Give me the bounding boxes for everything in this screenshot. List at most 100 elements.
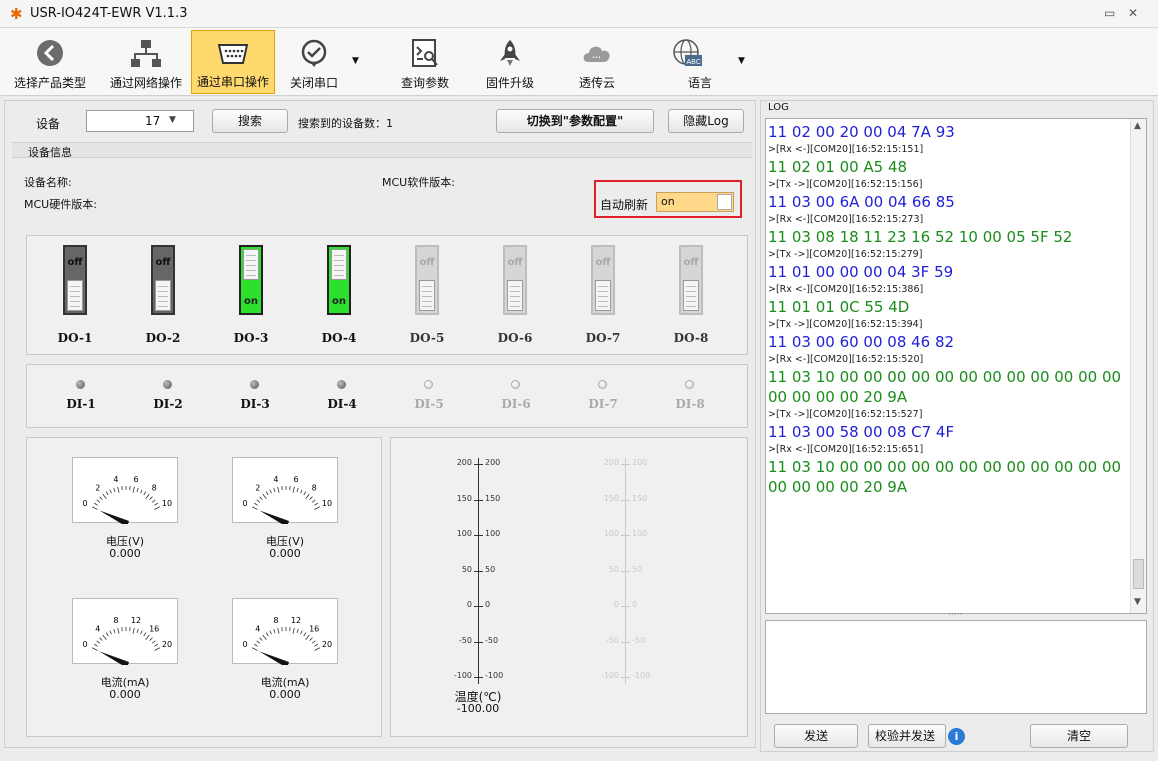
toolbar-label: 关闭串口 <box>290 76 339 90</box>
transparent-cloud-button[interactable]: ••• 透传云 <box>562 30 632 94</box>
lever-grip-line <box>158 291 168 292</box>
gauge-tick <box>132 627 135 634</box>
log-output[interactable]: 11 02 00 20 00 04 7A 93 >[Rx <-][COM20][1… <box>765 118 1147 614</box>
gauge-tick <box>109 630 112 635</box>
gauge-tick <box>99 496 103 500</box>
close-serial-button[interactable]: ▼ 关闭串口 <box>280 30 364 94</box>
title-bar: ✱ USR-IO424T-EWR V1.1.3 ▭ ✕ <box>0 0 1158 28</box>
log-meta-line: >[Rx <-][COM20][16:52:15:651] <box>768 444 924 455</box>
digital-input-panel <box>26 364 748 428</box>
mcu-hardware-version-label: MCU硬件版本: <box>24 198 97 211</box>
close-icon[interactable]: ✕ <box>1128 6 1138 20</box>
gauge-tick <box>300 630 303 635</box>
log-meta-line: >[Tx ->][COM20][16:52:15:156] <box>768 179 923 190</box>
minimize-icon[interactable]: ▭ <box>1104 6 1115 20</box>
gauge-tick <box>251 647 258 651</box>
gauge-tick-label: 0 <box>242 499 247 508</box>
switch-lever <box>67 280 83 311</box>
output-switch[interactable]: off <box>63 245 87 315</box>
input-label: DI-6 <box>501 397 531 411</box>
gauge-needle <box>99 651 129 668</box>
lever-grip-line <box>70 301 80 302</box>
log-hex-line: 11 03 00 58 00 08 C7 4F <box>768 423 955 441</box>
hide-log-button[interactable]: 隐藏Log <box>668 109 744 133</box>
gauge-tick <box>292 627 295 634</box>
gauge-tick <box>300 489 303 494</box>
switch-lever <box>595 280 611 311</box>
gauge-tick <box>254 502 258 506</box>
switch-config-button[interactable]: 切换到"参数配置" <box>496 109 654 133</box>
svg-text:ABC: ABC <box>687 59 701 66</box>
gauge-tick <box>154 506 161 510</box>
device-select[interactable]: 17 ▼ <box>86 110 194 132</box>
send-input[interactable] <box>765 620 1147 714</box>
app-logo-icon: ✱ <box>10 5 23 23</box>
checksum-send-button[interactable]: 校验并发送 <box>868 724 946 748</box>
network-operation-button[interactable]: 通过网络操作 <box>104 30 188 94</box>
gauge-value: 0.000 <box>109 688 141 701</box>
chevron-down-icon[interactable]: ▼ <box>738 56 745 66</box>
gauge-tick-label: 20 <box>322 640 332 649</box>
device-info-header: 设备信息 <box>12 142 752 159</box>
output-switch[interactable]: off <box>151 245 175 315</box>
thermometer-tick-label: 100 <box>632 529 648 538</box>
auto-refresh-toggle[interactable]: on <box>656 192 734 212</box>
lever-grip-line <box>246 255 256 256</box>
search-button[interactable]: 搜索 <box>212 109 288 133</box>
output-label: DO-5 <box>409 331 445 345</box>
scroll-down-icon[interactable]: ▼ <box>1134 597 1141 607</box>
gauge-tick <box>262 634 267 640</box>
output-switch[interactable]: on <box>327 245 351 315</box>
thermometer-tick-label: 0 <box>485 600 491 609</box>
gauge-tick <box>113 487 116 492</box>
thermometer-tick-label: 50 <box>485 564 496 574</box>
log-meta-line: >[Rx <-][COM20][16:52:15:273] <box>768 214 924 225</box>
log-scrollbar[interactable]: ▲ ▼ <box>1130 119 1146 613</box>
select-product-button[interactable]: 选择产品类型 <box>2 30 98 94</box>
language-button[interactable]: ABC ▼ 语言 <box>650 30 750 94</box>
auto-refresh-value: on <box>661 195 675 208</box>
query-params-button[interactable]: 查询参数 <box>390 30 460 94</box>
thermometer-tick <box>621 677 630 678</box>
lever-grip-line <box>422 296 432 297</box>
gauge-tick <box>314 647 321 651</box>
splitter-grip[interactable]: ····· <box>948 610 962 620</box>
lever-grip-line <box>510 291 520 292</box>
gauge-tick <box>305 634 310 640</box>
log-title: LOG <box>768 102 789 113</box>
gauge-tick <box>269 630 272 635</box>
thermometer-tick <box>474 641 483 643</box>
thermometer-tick-label: -50 <box>605 635 619 645</box>
gauge-tick <box>309 637 313 641</box>
window-title: USR-IO424T-EWR V1.1.3 <box>30 6 188 21</box>
gauge-tick <box>109 489 112 494</box>
scroll-up-icon[interactable]: ▲ <box>1134 121 1141 131</box>
gauge-tick <box>251 506 258 510</box>
gauge-tick <box>102 493 107 499</box>
firmware-upgrade-button[interactable]: 固件升级 <box>475 30 545 94</box>
clear-button[interactable]: 清空 <box>1030 724 1128 748</box>
log-meta-line: >[Tx ->][COM20][16:52:15:279] <box>768 249 923 260</box>
send-button[interactable]: 发送 <box>774 724 858 748</box>
gauge-tick <box>143 491 147 496</box>
log-hex-line: 11 01 00 00 00 04 3F 59 <box>768 263 954 281</box>
thermometer-tick-label: -100 <box>453 671 472 680</box>
gauge-tick <box>154 502 158 506</box>
thermometer-tick-label: 0 <box>632 600 638 609</box>
serial-port-icon <box>217 44 249 64</box>
thermometer-tick-label: -50 <box>458 635 472 645</box>
network-icon <box>131 40 161 67</box>
output-label: DO-3 <box>233 331 269 345</box>
gauge-tick <box>149 496 153 500</box>
thermometer-tick-label: 100 <box>603 529 619 538</box>
device-label: 设备 <box>36 117 61 131</box>
output-switch[interactable]: on <box>239 245 263 315</box>
thermometer-tick <box>621 464 630 465</box>
chevron-down-icon[interactable]: ▼ <box>352 56 359 66</box>
serial-operation-button[interactable]: 通过串口操作 <box>191 30 275 94</box>
gauge-tick <box>96 640 101 644</box>
scroll-thumb[interactable] <box>1133 559 1144 589</box>
lever-grip-line <box>334 260 344 261</box>
info-icon[interactable]: i <box>948 728 965 745</box>
lever-grip-line <box>422 291 432 292</box>
